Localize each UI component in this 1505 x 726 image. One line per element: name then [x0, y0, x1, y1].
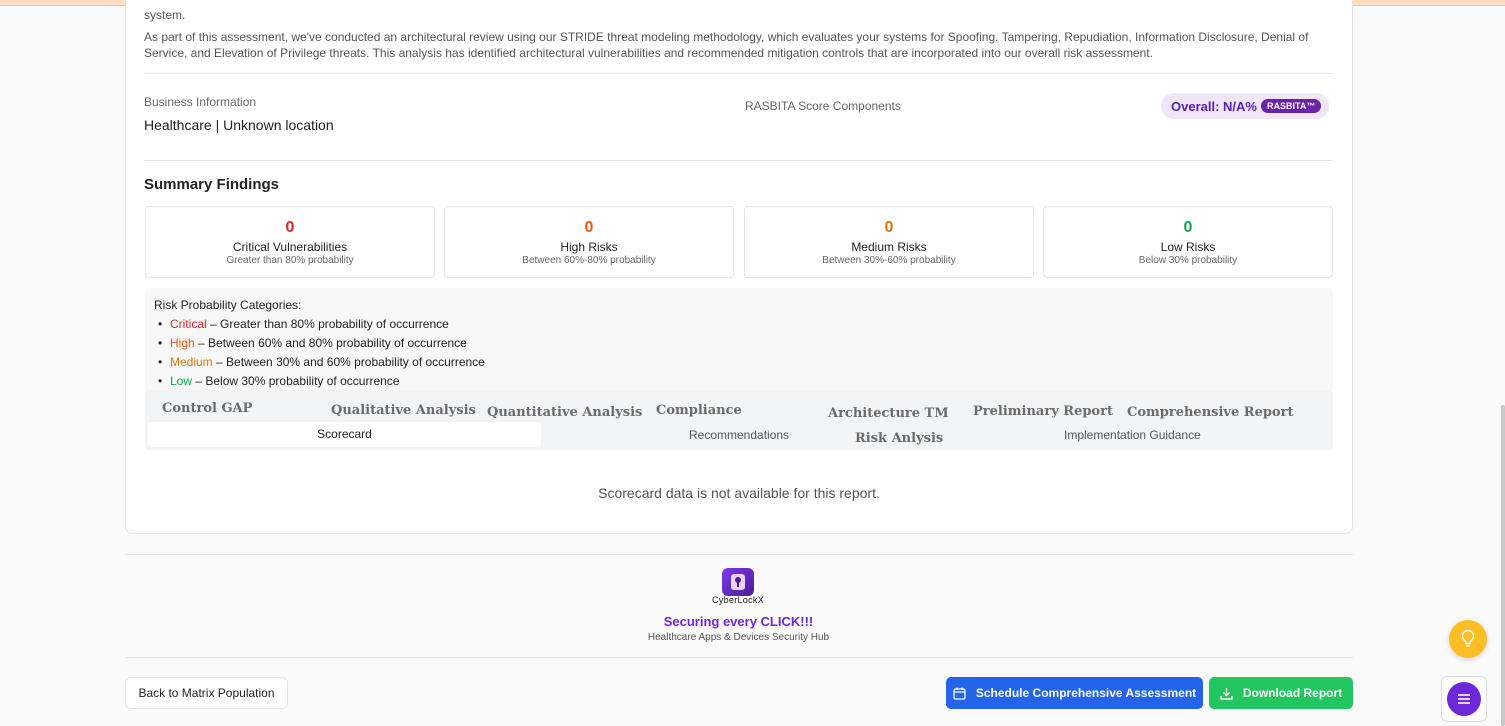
stat-label: Medium Risks: [851, 240, 927, 254]
slogan-subtitle: Healthcare Apps & Devices Security Hub: [647, 632, 830, 643]
tab-architecture-tm[interactable]: Architecture TM: [828, 406, 949, 421]
tab-compliance[interactable]: Compliance: [656, 403, 742, 418]
tab-recommendations[interactable]: Recommendations: [689, 428, 789, 442]
schedule-button-label: Schedule Comprehensive Assessment: [975, 686, 1197, 700]
download-button-label: Download Report: [1242, 686, 1343, 700]
risk-categories-title: Risk Probability Categories:: [154, 298, 302, 312]
scorecard-empty-message: Scorecard data is not available for this…: [598, 485, 880, 501]
stat-sub: Below 30% probability: [1138, 255, 1238, 266]
category-name: Critical: [170, 317, 207, 331]
tips-button[interactable]: [1449, 620, 1487, 658]
divider: [125, 657, 1353, 658]
risk-categories-list: Critical – Greater than 80% probability …: [154, 317, 1324, 393]
list-item: High – Between 60% and 80% probability o…: [154, 336, 1324, 355]
stat-sub: Between 30%-60% probability: [822, 255, 956, 266]
tab-risk-analysis[interactable]: Risk Anlysis: [855, 431, 943, 446]
stat-sub: Between 60%-80% probability: [522, 255, 656, 266]
download-report-button[interactable]: Download Report: [1209, 677, 1353, 709]
lightbulb-icon: [1461, 629, 1475, 647]
back-to-matrix-button[interactable]: Back to Matrix Population: [125, 677, 288, 709]
tab-preliminary-report[interactable]: Preliminary Report: [973, 404, 1113, 419]
tab-comprehensive-report[interactable]: Comprehensive Report: [1127, 405, 1293, 420]
list-item: Medium – Between 30% and 60% probability…: [154, 355, 1324, 374]
brand-name: CyberLockX: [711, 595, 765, 605]
tab-quantitative-analysis[interactable]: Quantitative Analysis: [487, 405, 642, 420]
category-desc: – Between 30% and 60% probability of occ…: [212, 355, 485, 369]
category-name: Medium: [170, 355, 213, 369]
download-icon: [1220, 687, 1233, 700]
overall-score-pill: Overall: N/A% RASBITA™: [1161, 93, 1330, 119]
hamburger-icon: [1458, 694, 1470, 704]
tab-scorecard[interactable]: Scorecard: [148, 422, 541, 447]
stat-critical: 0 Critical Vulnerabilities Greater than …: [145, 206, 435, 278]
cyberlockx-logo: [722, 568, 754, 596]
lock-icon: [731, 574, 745, 590]
stat-low: 0 Low Risks Below 30% probability: [1043, 206, 1333, 278]
business-info-label: Business Information: [144, 95, 257, 109]
divider: [144, 160, 1333, 161]
stat-label: High Risks: [560, 240, 618, 254]
category-name: High: [170, 336, 195, 350]
back-button-label: Back to Matrix Population: [138, 686, 275, 700]
stat-value: 0: [285, 219, 295, 236]
category-desc: – Between 60% and 80% probability of occ…: [194, 336, 467, 350]
stat-value: 0: [584, 219, 594, 236]
slogan: Securing every CLICK!!!: [663, 614, 814, 629]
divider: [125, 554, 1353, 555]
intro-text-tail: system.: [144, 8, 186, 22]
summary-findings-title: Summary Findings: [144, 176, 280, 193]
category-name: Low: [170, 374, 193, 388]
stat-medium: 0 Medium Risks Between 30%-60% probabili…: [744, 206, 1034, 278]
overall-score-text: Overall: N/A%: [1171, 98, 1257, 114]
schedule-assessment-button[interactable]: Schedule Comprehensive Assessment: [946, 677, 1203, 709]
stride-intro-paragraph: As part of this assessment, we've conduc…: [144, 30, 1309, 60]
category-desc: – Below 30% probability of occurrence: [192, 374, 400, 388]
stat-sub: Greater than 80% probability: [226, 255, 354, 266]
risk-categories-panel: Risk Probability Categories: Critical – …: [145, 288, 1333, 392]
stat-label: Critical Vulnerabilities: [232, 240, 348, 254]
stat-label: Low Risks: [1160, 240, 1216, 254]
menu-button[interactable]: [1447, 682, 1481, 716]
stat-value: 0: [1183, 219, 1193, 236]
tab-implementation-guidance[interactable]: Implementation Guidance: [1064, 428, 1201, 442]
category-desc: – Greater than 80% probability of occurr…: [206, 317, 449, 331]
divider: [144, 73, 1333, 74]
tab-control-gap[interactable]: Control GAP: [162, 401, 252, 416]
tab-qualitative-analysis[interactable]: Qualitative Analysis: [331, 403, 476, 418]
business-info-value: Healthcare | Unknown location: [144, 117, 334, 133]
rasbita-score-label: RASBITA Score Components: [745, 99, 901, 113]
rasbita-badge: RASBITA™: [1260, 99, 1322, 113]
stat-value: 0: [884, 219, 894, 236]
list-item: Critical – Greater than 80% probability …: [154, 317, 1324, 336]
stat-high: 0 High Risks Between 60%-80% probability: [444, 206, 734, 278]
scrollbar-thumb[interactable]: [1501, 405, 1505, 726]
calendar-icon: [953, 687, 966, 700]
